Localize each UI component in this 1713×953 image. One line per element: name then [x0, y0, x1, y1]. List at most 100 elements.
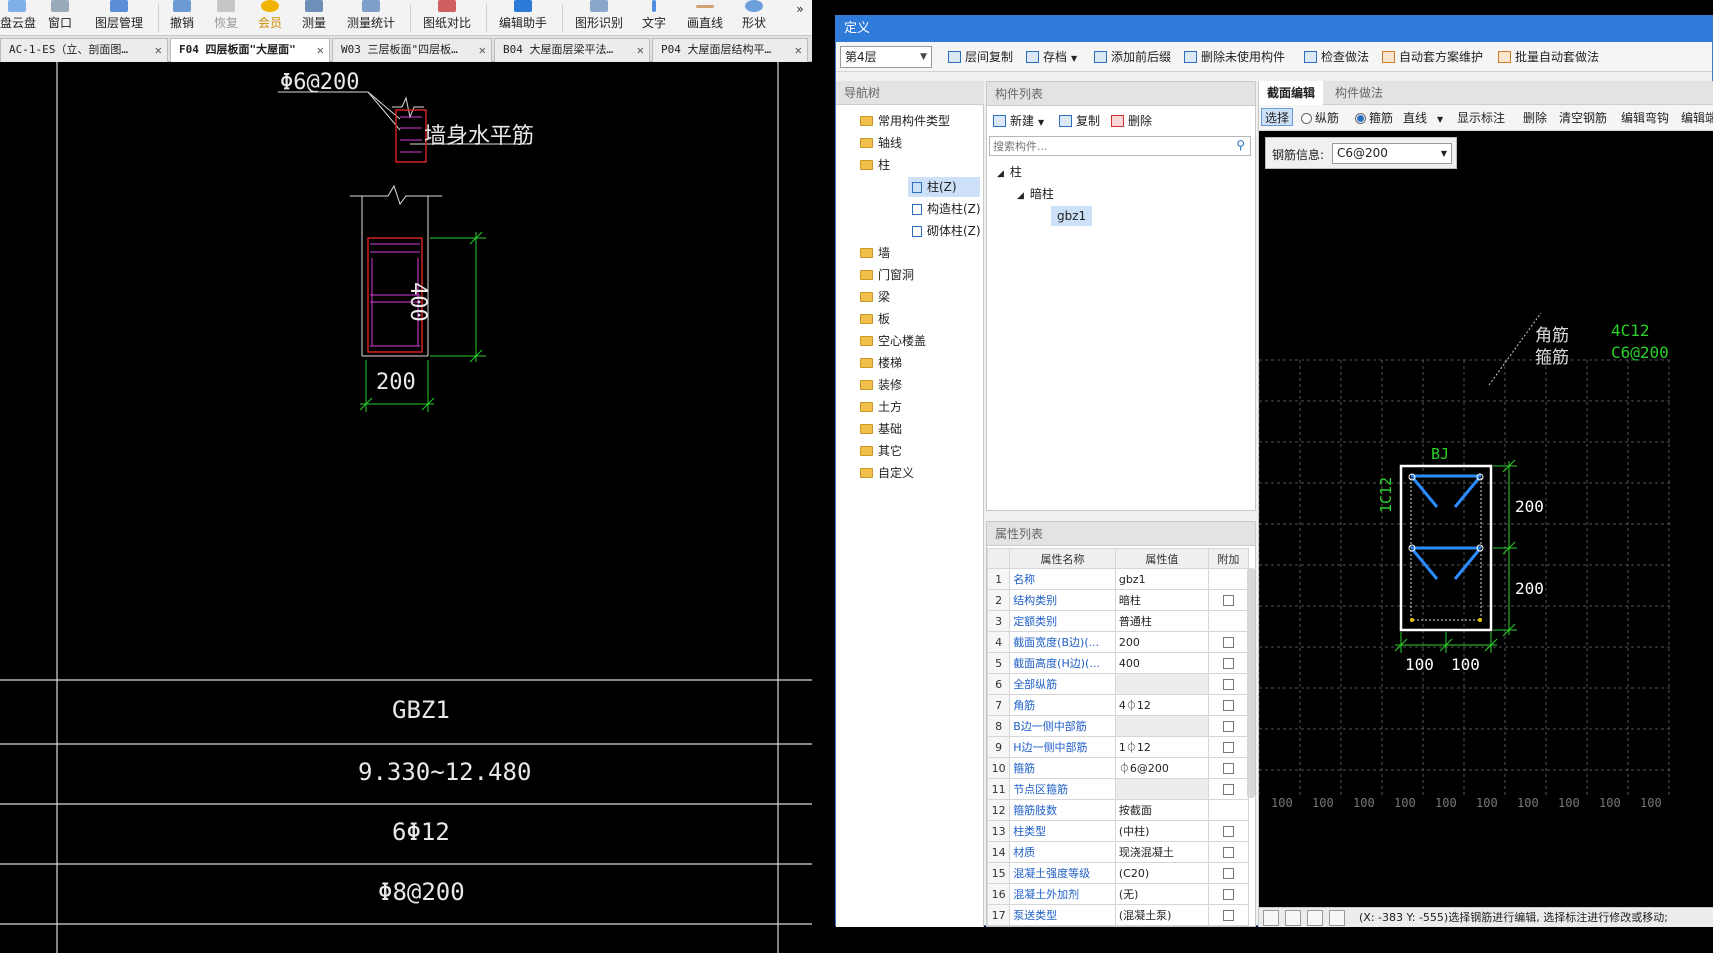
stirrup-bj-label[interactable]: BJ — [1431, 445, 1449, 463]
property-extra-checkbox[interactable] — [1207, 799, 1250, 821]
nav-item-column[interactable]: 柱 — [860, 155, 890, 175]
section-canvas[interactable] — [1259, 105, 1713, 905]
nav-item-hollow-floor[interactable]: 空心楼盖 — [860, 331, 926, 351]
close-icon[interactable]: ✕ — [317, 39, 324, 61]
nav-item-other[interactable]: 其它 — [860, 441, 902, 461]
legend-corner-value[interactable]: 4C12 — [1611, 321, 1650, 340]
measure-stats-button[interactable]: 测量统计 — [340, 0, 402, 36]
nav-item-wall[interactable]: 墙 — [860, 243, 890, 263]
nav-item-earthwork[interactable]: 土方 — [860, 397, 902, 417]
copy-between-floors-button[interactable]: 层间复制 — [948, 48, 1013, 66]
dimension-mode-icon[interactable] — [1329, 910, 1345, 926]
property-extra-checkbox[interactable] — [1207, 778, 1250, 800]
property-extra-checkbox[interactable] — [1207, 715, 1250, 737]
nav-item-foundation[interactable]: 基础 — [860, 419, 902, 439]
nav-item-beam[interactable]: 梁 — [860, 287, 890, 307]
nav-item-stairs[interactable]: 楼梯 — [860, 353, 902, 373]
tree-node-column[interactable]: ◢ 柱 — [997, 162, 1022, 182]
property-row[interactable]: 8 B边一侧中部筋 — [987, 715, 1250, 737]
ortho-icon[interactable] — [1263, 910, 1279, 926]
property-scrollbar[interactable] — [1247, 568, 1255, 798]
property-value[interactable]: 400 — [1114, 652, 1209, 674]
nav-item-slab[interactable]: 板 — [860, 309, 890, 329]
property-row[interactable]: 15 混凝土强度等级 (C20) — [987, 862, 1250, 884]
tab-section-edit[interactable]: 截面编辑 — [1259, 81, 1324, 105]
layer-manager-button[interactable]: 图层管理 — [86, 0, 152, 36]
property-row[interactable]: 16 混凝土外加剂 (无) — [987, 883, 1250, 905]
property-value[interactable]: (无) — [1114, 883, 1209, 905]
property-extra-checkbox[interactable] — [1207, 610, 1250, 632]
nav-item-axis[interactable]: 轴线 — [860, 133, 902, 153]
property-extra-checkbox[interactable] — [1207, 652, 1250, 674]
dim-top[interactable]: 200 — [1515, 497, 1544, 516]
property-row[interactable]: 10 箍筋 ⏀6@200 — [987, 757, 1250, 779]
tab-component-method[interactable]: 构件做法 — [1327, 81, 1391, 105]
text-button[interactable]: 文字 — [636, 0, 672, 36]
doc-tab-b04[interactable]: B04 大屋面层梁平法… ✕ — [494, 38, 650, 62]
property-value[interactable]: gbz1 — [1114, 568, 1209, 590]
shape-button[interactable]: 形状 — [734, 0, 774, 36]
legend-stirrup-value[interactable]: C6@200 — [1611, 343, 1669, 362]
check-method-button[interactable]: 检查做法 — [1304, 48, 1369, 66]
property-row[interactable]: 1 名称 gbz1 — [987, 568, 1250, 590]
nav-item-openings[interactable]: 门窗洞 — [860, 265, 914, 285]
property-row[interactable]: 2 结构类别 暗柱 — [987, 589, 1250, 611]
dim-bottom[interactable]: 200 — [1515, 579, 1544, 598]
property-extra-checkbox[interactable] — [1207, 862, 1250, 884]
doc-tab-p04[interactable]: P04 大屋面层结构平… ✕ — [652, 38, 808, 62]
draw-line-button[interactable]: 画直线 — [680, 0, 730, 36]
property-value[interactable]: (混凝土泵) — [1114, 904, 1209, 926]
property-row[interactable]: 12 箍筋肢数 按截面 — [987, 799, 1250, 821]
property-row[interactable]: 5 截面高度(H边)(... 400 — [987, 652, 1250, 674]
property-row[interactable]: 9 H边一侧中部筋 1⏀12 — [987, 736, 1250, 758]
property-value[interactable]: (C20) — [1114, 862, 1209, 884]
shape-recognition-button[interactable]: 图形识别 — [568, 0, 630, 36]
property-value[interactable]: 暗柱 — [1114, 589, 1209, 611]
property-value[interactable]: 200 — [1114, 631, 1209, 653]
property-value[interactable] — [1114, 778, 1209, 800]
redo-button[interactable]: 恢复 — [206, 0, 246, 36]
nav-sub-column[interactable]: 柱(Z) — [908, 177, 980, 197]
drawing-compare-button[interactable]: 图纸对比 — [416, 0, 478, 36]
undo-button[interactable]: 撤销 — [162, 0, 202, 36]
toolbar-overflow-button[interactable]: » — [790, 2, 810, 38]
close-icon[interactable]: ✕ — [637, 39, 644, 61]
property-row[interactable]: 14 材质 现浇混凝土 — [987, 841, 1250, 863]
doc-tab-w03[interactable]: W03 三层板面"四层板… ✕ — [332, 38, 492, 62]
property-value[interactable] — [1114, 715, 1209, 737]
copy-component-button[interactable]: 复制 — [1059, 112, 1100, 130]
property-value[interactable] — [1114, 673, 1209, 695]
property-row[interactable]: 17 泵送类型 (混凝土泵) — [987, 904, 1250, 926]
new-component-button[interactable]: 新建 ▼ — [993, 112, 1044, 130]
property-row[interactable]: 4 截面宽度(B边)(... 200 — [987, 631, 1250, 653]
window-button[interactable]: 窗口 — [40, 0, 80, 36]
dim-right[interactable]: 100 — [1451, 655, 1480, 674]
nav-item-custom[interactable]: 自定义 — [860, 463, 914, 483]
property-row[interactable]: 11 节点区箍筋 — [987, 778, 1250, 800]
property-value[interactable]: ⏀6@200 — [1114, 757, 1209, 779]
property-extra-checkbox[interactable] — [1207, 820, 1250, 842]
delete-component-button[interactable]: 删除 — [1111, 112, 1152, 130]
batch-auto-button[interactable]: 批量自动套做法 — [1498, 48, 1599, 66]
property-extra-checkbox[interactable] — [1207, 673, 1250, 695]
property-extra-checkbox[interactable] — [1207, 904, 1250, 926]
cad-canvas[interactable]: Φ6@200 墙身水平筋 400 200 GBZ1 9.330~12.480 6… — [0, 62, 812, 953]
property-value[interactable]: 按截面 — [1114, 799, 1209, 821]
doc-tab-ac1[interactable]: AC-1-ES（立、剖面图… ✕ — [0, 38, 168, 62]
perpendicular-icon[interactable] — [1307, 910, 1323, 926]
property-extra-checkbox[interactable] — [1207, 757, 1250, 779]
measure-button[interactable]: 测量 — [294, 0, 334, 36]
property-value[interactable]: 普通柱 — [1114, 610, 1209, 632]
edit-assistant-button[interactable]: 编辑助手 — [492, 0, 554, 36]
property-extra-checkbox[interactable] — [1207, 883, 1250, 905]
doc-tab-f04[interactable]: F04 四层板面"大屋面" ✕ — [170, 38, 330, 62]
property-extra-checkbox[interactable] — [1207, 736, 1250, 758]
property-value[interactable]: 4⏀12 — [1114, 694, 1209, 716]
cloud-disk-button[interactable]: 盘云盘 — [0, 0, 36, 36]
property-extra-checkbox[interactable] — [1207, 568, 1250, 590]
nav-sub-masonry-column[interactable]: 砌体柱(Z) — [908, 221, 985, 241]
nav-item-common[interactable]: 常用构件类型 — [860, 111, 950, 131]
property-row[interactable]: 3 定额类别 普通柱 — [987, 610, 1250, 632]
dim-left[interactable]: 100 — [1405, 655, 1434, 674]
property-row[interactable]: 13 柱类型 (中柱) — [987, 820, 1250, 842]
